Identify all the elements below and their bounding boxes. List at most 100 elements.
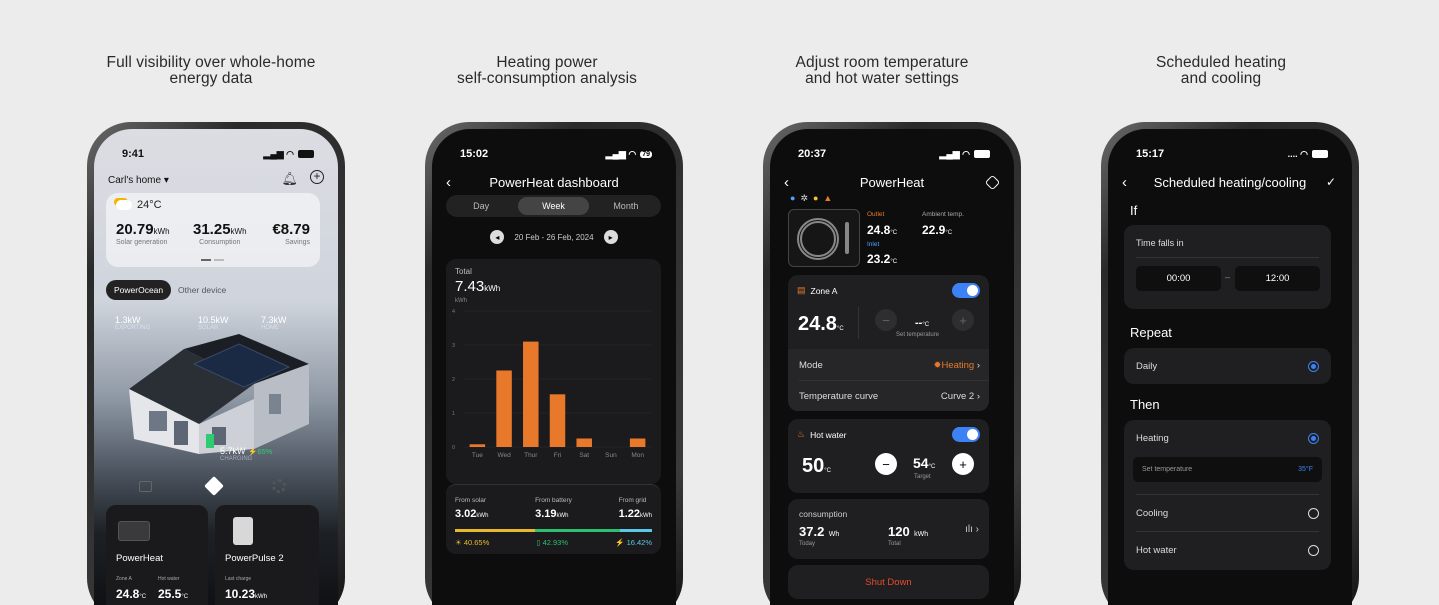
device-card-powerpulse[interactable]: PowerPulse 2 Last charge 10.23kWh (215, 505, 319, 605)
flow-label: CHARGING (220, 456, 253, 462)
percent-grid: ⚡ 16.42% (615, 538, 652, 547)
prev-icon[interactable]: ◂ (490, 230, 505, 244)
heat-pump-image (788, 209, 860, 267)
page-title: PowerHeat (859, 174, 925, 190)
screen-home: 9:41 ▂▄▆ ◠ Carl's home ▾ 🔔︎ + 24°C 20.79k… (94, 129, 338, 605)
heating-row[interactable]: Heating (1136, 420, 1319, 456)
curve-text: Curve 2 (940, 390, 975, 402)
caption-4: Scheduled heating and cooling (1071, 55, 1371, 87)
zone-increase-button[interactable]: + (952, 309, 974, 331)
settings-nav-icon[interactable] (272, 479, 286, 493)
daily-label: Daily (1136, 360, 1158, 372)
device-nav-icon[interactable] (204, 476, 224, 496)
hot-water-label: Hot water (810, 429, 847, 440)
x-tick-label: Thur (524, 452, 538, 459)
water-increase-button[interactable]: + (952, 453, 974, 475)
time-card: Time falls in 00:00 – 12:00 (1124, 225, 1331, 309)
back-icon[interactable]: ‹ (784, 174, 789, 191)
tab-powerocean[interactable]: PowerOcean (106, 280, 172, 300)
back-icon[interactable]: ‹ (446, 174, 451, 191)
date-range: ◂ 20 Feb - 26 Feb, 2024 ▸ (432, 230, 676, 244)
next-icon[interactable]: ▸ (603, 230, 618, 244)
stat-label: Savings (285, 239, 310, 246)
back-icon[interactable]: ‹ (1122, 174, 1127, 191)
fan-grille (797, 218, 839, 260)
water-decrease-button[interactable]: − (875, 453, 897, 475)
source-battery: From battery 3.19kWh (535, 497, 572, 522)
hot-water-radio[interactable] (1308, 544, 1319, 556)
inlet-label: Inlet (867, 241, 880, 248)
tab-other-device[interactable]: Other device (178, 285, 226, 295)
summary-card: 24°C 20.79kWh Solar generation 31.25kWh Co… (106, 193, 320, 267)
caption-line: Scheduled heating (1155, 54, 1287, 71)
temp-unit: °C (945, 230, 953, 236)
home-selector[interactable]: Carl's home ▾ (108, 175, 169, 186)
hot-water-card: ♨ Hot water 50°C − 54°C Target + (788, 419, 989, 493)
set-temperature-field[interactable]: Set temperature 35°F (1133, 457, 1322, 482)
mode-value: ✹Heating › (933, 359, 980, 371)
mode-row[interactable]: Mode ✹Heating › (799, 355, 980, 375)
source-card: From solar 3.02kWh From battery 3.19kWh Fr… (446, 484, 661, 554)
temp-unit: °C (890, 259, 898, 265)
bar-wed (496, 370, 512, 447)
clock: 15:02 (460, 148, 489, 160)
stat-value: 31.25 (193, 221, 231, 238)
y-tick-label: 3 (452, 343, 455, 349)
bell-icon[interactable]: 🔔︎ (281, 171, 298, 187)
set-temp: --°C (915, 313, 929, 331)
end-time-field[interactable]: 12:00 (1235, 266, 1320, 291)
zone-toggle[interactable] (952, 283, 980, 298)
check-icon[interactable]: ✓ (1326, 175, 1336, 189)
device-card-powerheat[interactable]: PowerHeat Zone A Hot water 24.8°C 25.5°C (106, 505, 208, 605)
value: 120 (888, 524, 910, 539)
cooling-row[interactable]: Cooling (1136, 495, 1319, 531)
zone-label: Zone A (810, 285, 838, 296)
stat-unit: kWh (230, 227, 247, 236)
zone-decrease-button[interactable]: − (875, 309, 897, 331)
heating-radio[interactable] (1308, 432, 1319, 444)
add-icon[interactable]: + (310, 170, 324, 184)
weather: 24°C (116, 199, 162, 211)
temp-unit: °C (928, 464, 936, 470)
curve-row[interactable]: Temperature curve Curve 2 › (799, 386, 980, 406)
consumption-label: consumption (799, 509, 848, 519)
consumption-card[interactable]: consumption 37.2 Wh Today 120 kWh Total ıl… (788, 499, 989, 559)
period-tabs: Day Week Month (446, 195, 661, 217)
phone-home: 9:41 ▂▄▆ ◠ Carl's home ▾ 🔔︎ + 24°C 20.79k… (87, 122, 345, 605)
hot-water-toggle[interactable] (952, 427, 980, 442)
flow-value: 1.3kW (115, 315, 141, 325)
daily-radio[interactable] (1308, 360, 1319, 372)
x-tick-label: Tue (472, 452, 483, 459)
sun-icon: ● (812, 193, 819, 203)
settings-icon[interactable] (984, 174, 1001, 190)
cooling-radio[interactable] (1308, 507, 1319, 519)
water-temp: 50°C (802, 455, 831, 478)
device-metric-unit: °C (181, 594, 189, 600)
curve-label: Temperature curve (799, 390, 879, 402)
time-separator: – (1225, 272, 1231, 282)
unit: kWh (914, 531, 929, 538)
start-time-field[interactable]: 00:00 (1136, 266, 1221, 291)
clock: 9:41 (122, 148, 145, 160)
shut-down-button[interactable]: Shut Down (788, 565, 989, 599)
chart-chevron-icon[interactable]: ılı › (965, 524, 979, 535)
phone-powerheat: 20:37 ▂▄▆ ◠ ‹ PowerHeat ● ✲ ● ▲ Outlet 24.8°C… (763, 122, 1021, 605)
tab-day[interactable]: Day (446, 201, 516, 211)
y-tick-label: 2 (452, 377, 455, 383)
y-tick-label: 0 (452, 445, 455, 451)
chart-nav-icon[interactable] (139, 481, 152, 492)
source-label: From grid (618, 497, 647, 504)
tab-month[interactable]: Month (591, 201, 661, 211)
share-solar (455, 529, 536, 532)
screen-powerheat: 20:37 ▂▄▆ ◠ ‹ PowerHeat ● ✲ ● ▲ Outlet 24.8°C… (770, 129, 1014, 605)
device-name: PowerHeat (116, 553, 163, 564)
daily-row[interactable]: Daily (1136, 348, 1319, 384)
page-title: PowerHeat dashboard (489, 174, 619, 190)
share-grid (619, 529, 652, 532)
then-heading: Then (1130, 397, 1160, 412)
source-share-bar (455, 529, 652, 532)
tab-week[interactable]: Week (518, 197, 589, 215)
hot-water-row[interactable]: Hot water (1136, 532, 1319, 568)
set-label: Set temperature (1142, 466, 1193, 473)
source-percents: ☀ 40.65% ▯ 42.93% ⚡ 16.42% (455, 538, 652, 547)
